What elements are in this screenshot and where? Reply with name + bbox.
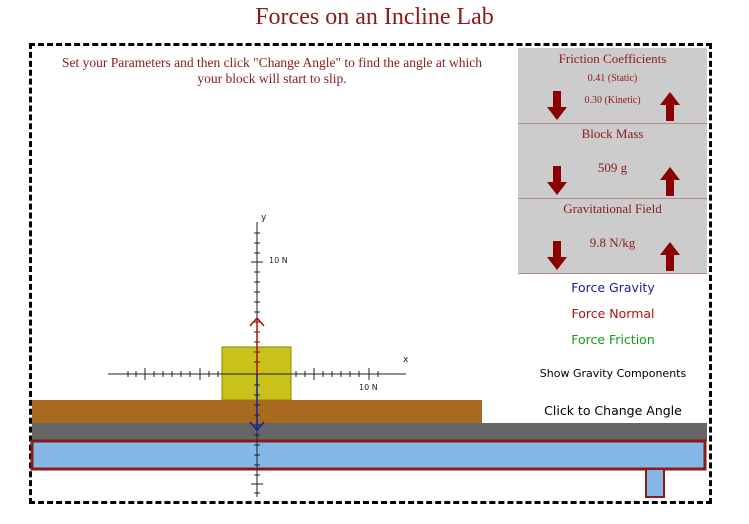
x-tick-label: 10 N (359, 383, 378, 392)
mass-panel: Block Mass 509 g (518, 124, 707, 199)
force-normal-toggle[interactable]: Force Normal (518, 306, 708, 321)
mass-increase-arrow-icon[interactable] (659, 166, 681, 196)
friction-increase-arrow-icon[interactable] (659, 91, 681, 121)
force-gravity-toggle[interactable]: Force Gravity (518, 280, 708, 295)
instructions-text: Set your Parameters and then click "Chan… (61, 55, 483, 86)
friction-title: Friction Coefficients (558, 51, 667, 66)
gravity-panel: Gravitational Field 9.8 N/kg (518, 199, 707, 274)
gravity-title: Gravitational Field (563, 201, 662, 216)
gravity-increase-arrow-icon[interactable] (659, 241, 681, 271)
x-axis-label: x (403, 355, 409, 365)
y-tick-label: 10 N (269, 256, 288, 265)
show-gravity-components-button[interactable]: Show Gravity Components (518, 367, 708, 380)
mass-title: Block Mass (581, 126, 644, 141)
mass-decrease-arrow-icon[interactable] (546, 166, 568, 196)
friction-decrease-arrow-icon[interactable] (546, 91, 568, 121)
y-axis-label: y (261, 213, 267, 223)
static-coefficient: 0.41 (Static) (587, 73, 638, 84)
force-friction-toggle[interactable]: Force Friction (518, 332, 708, 347)
page-title: Forces on an Incline Lab (255, 4, 494, 30)
change-angle-button[interactable]: Click to Change Angle (518, 403, 708, 418)
friction-panel: Friction Coefficients 0.41 (Static) 0.30… (518, 48, 707, 124)
gravity-decrease-arrow-icon[interactable] (546, 241, 568, 271)
